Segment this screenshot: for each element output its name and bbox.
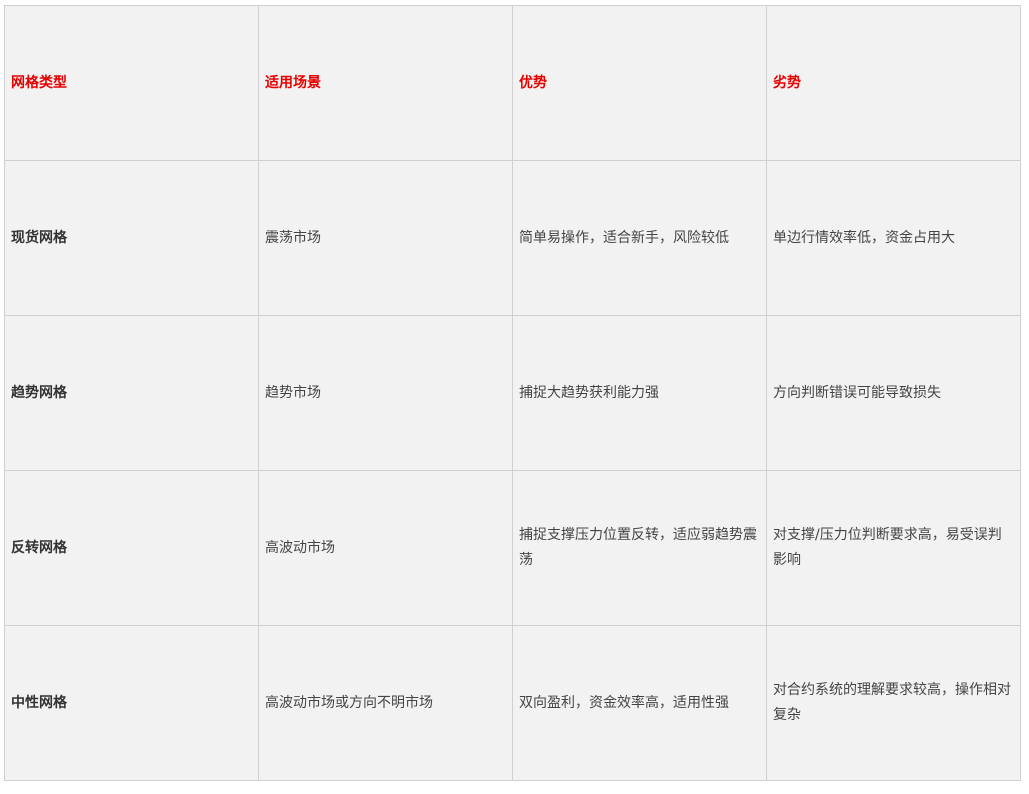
disadvantage-cell: 方向判断错误可能导致损失 [766, 315, 1021, 471]
grid-type-cell: 中性网格 [4, 625, 259, 781]
grid-type-cell: 现货网格 [4, 160, 259, 316]
advantage-cell: 双向盈利，资金效率高，适用性强 [512, 625, 767, 781]
scenario-cell: 高波动市场或方向不明市场 [258, 625, 513, 781]
table-row: 反转网格 高波动市场 捕捉支撑压力位置反转，适应弱趋势震荡 对支撑/压力位判断要… [4, 470, 1021, 626]
table-row: 现货网格 震荡市场 简单易操作，适合新手，风险较低 单边行情效率低，资金占用大 [4, 160, 1021, 316]
header-advantage: 优势 [512, 5, 767, 161]
scenario-cell: 趋势市场 [258, 315, 513, 471]
grid-comparison-table-container: 网格类型 适用场景 优势 劣势 现货网格 震荡市场 简单易操作，适合新手，风险较… [4, 5, 1021, 781]
table-row: 趋势网格 趋势市场 捕捉大趋势获利能力强 方向判断错误可能导致损失 [4, 315, 1021, 471]
header-disadvantage: 劣势 [766, 5, 1021, 161]
advantage-cell: 简单易操作，适合新手，风险较低 [512, 160, 767, 316]
header-type: 网格类型 [4, 5, 259, 161]
grid-type-cell: 趋势网格 [4, 315, 259, 471]
advantage-cell: 捕捉支撑压力位置反转，适应弱趋势震荡 [512, 470, 767, 626]
grid-type-cell: 反转网格 [4, 470, 259, 626]
grid-comparison-table: 网格类型 适用场景 优势 劣势 现货网格 震荡市场 简单易操作，适合新手，风险较… [4, 5, 1021, 781]
advantage-cell: 捕捉大趋势获利能力强 [512, 315, 767, 471]
scenario-cell: 高波动市场 [258, 470, 513, 626]
table-row: 中性网格 高波动市场或方向不明市场 双向盈利，资金效率高，适用性强 对合约系统的… [4, 625, 1021, 781]
disadvantage-cell: 对支撑/压力位判断要求高，易受误判影响 [766, 470, 1021, 626]
header-scenario: 适用场景 [258, 5, 513, 161]
scenario-cell: 震荡市场 [258, 160, 513, 316]
disadvantage-cell: 对合约系统的理解要求较高，操作相对复杂 [766, 625, 1021, 781]
disadvantage-cell: 单边行情效率低，资金占用大 [766, 160, 1021, 316]
table-header-row: 网格类型 适用场景 优势 劣势 [4, 5, 1021, 161]
